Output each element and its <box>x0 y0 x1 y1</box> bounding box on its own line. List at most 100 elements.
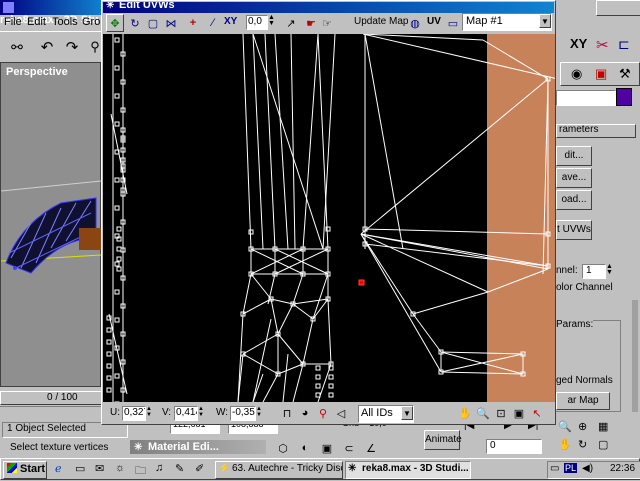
color-channel-radio[interactable]: olor Channel <box>556 282 613 293</box>
menu-file[interactable]: File <box>4 16 22 28</box>
rollout-parameters[interactable]: rameters <box>556 124 636 138</box>
w-field[interactable]: -0,35 <box>230 406 256 421</box>
reset-uvws-button[interactable]: t UVWs <box>556 220 592 240</box>
display-tab-icon[interactable]: ▣ <box>595 66 607 82</box>
start-button[interactable]: Start <box>3 461 47 479</box>
filter-icon[interactable]: ◁ <box>332 404 350 422</box>
rotate-icon[interactable]: ↻ <box>126 14 144 32</box>
magnet-icon[interactable]: ⊂ <box>340 439 358 457</box>
save-button[interactable]: ave... <box>556 168 592 188</box>
task-3dsmax[interactable]: ✳ reka8.max - 3D Studi... <box>345 461 471 479</box>
notepad-icon[interactable]: ✎ <box>175 462 184 475</box>
uvw-spinner-field[interactable]: 0,0 <box>246 15 268 30</box>
ie-icon[interactable]: ℯ <box>55 462 62 475</box>
detach-icon[interactable]: ☞ <box>318 14 336 32</box>
redo-icon[interactable]: ↷ <box>63 38 81 56</box>
texture-map-icon[interactable]: ◍ <box>406 14 424 32</box>
uvw-titlebar[interactable]: ✳ Edit UVWs <box>103 2 554 13</box>
add-vertex-icon[interactable]: + <box>184 14 202 32</box>
v-spinner-arrows[interactable]: ▲ ▼ <box>198 406 204 418</box>
task-winamp[interactable]: ⚡ 63. Autechre - Tricky Disc... <box>215 461 343 479</box>
maximize-viewport-icon[interactable]: ▢ <box>598 438 608 451</box>
menu-tools[interactable]: Tools <box>52 16 78 28</box>
weld-icon[interactable]: ↗ <box>282 14 300 32</box>
zoom-region-icon[interactable]: ⬡ <box>274 439 292 457</box>
start-label: Start <box>20 463 46 475</box>
pan-icon[interactable]: ✋ <box>558 438 572 451</box>
zoom-icon[interactable]: 🔍 <box>558 420 572 433</box>
map-select-value: Map #1 <box>466 15 503 27</box>
time-slider[interactable]: 0 / 100 <box>0 391 102 405</box>
channel-spinner-arrows[interactable]: ▲ ▼ <box>606 263 613 276</box>
planar-map-button[interactable]: ar Map <box>556 392 610 410</box>
chevron-down-icon[interactable]: ▼ <box>539 14 551 28</box>
zoom-selected-uv-icon[interactable]: ↖ <box>528 404 546 422</box>
motion-tab-icon[interactable]: ◉ <box>571 66 582 82</box>
panel-scrollbar[interactable] <box>632 300 638 412</box>
scale-icon[interactable]: ▢ <box>144 14 162 32</box>
uvw-toolbar: ✥ ↻ ▢ ⋈ + ∕ XY 0,0 ▲ ▼ ↗ ☛ ☞ Update Map ◍… <box>104 13 554 33</box>
volume-icon[interactable]: ◀) <box>582 463 593 474</box>
color-swatch[interactable] <box>616 88 632 106</box>
map-select[interactable]: Map #1 ▼ <box>462 13 552 31</box>
viewport-mesh <box>1 180 101 274</box>
align-icon[interactable]: ⊏ <box>618 36 630 53</box>
uv-canvas[interactable] <box>103 34 555 402</box>
undo-icon[interactable]: ↶ <box>38 38 56 56</box>
show-map-icon[interactable]: ▭ <box>444 14 462 32</box>
edit-button[interactable]: dit... <box>556 146 592 166</box>
uvw-spinner-arrows[interactable]: ▲ ▼ <box>268 14 275 27</box>
save-label: ave... <box>561 172 587 183</box>
monitor-tray-icon[interactable]: ▭ <box>550 463 559 474</box>
move-icon[interactable]: ✥ <box>106 14 124 32</box>
menu-edit[interactable]: Edit <box>27 16 46 28</box>
paint-icon[interactable]: ✐ <box>195 462 204 475</box>
uv-button[interactable]: UV <box>427 16 441 27</box>
modifier-dropdown[interactable] <box>556 90 616 106</box>
v-field[interactable]: 0,414 <box>174 406 198 421</box>
ids-chevron-down-icon[interactable]: ▼ <box>401 406 413 420</box>
w-spinner-arrows[interactable]: ▲ ▼ <box>256 406 262 418</box>
mirror-icon[interactable]: ✂ <box>596 36 609 54</box>
frame-field[interactable]: 0 <box>486 439 542 454</box>
windows-logo-icon <box>7 463 17 473</box>
channel-spinner[interactable]: 1 <box>582 264 606 279</box>
menu-group[interactable]: Gro <box>82 16 100 28</box>
angle-snap-icon[interactable]: ∠ <box>362 439 380 457</box>
outlook-icon[interactable]: ✉ <box>95 462 104 475</box>
material-editor-titlebar[interactable]: ✳ Material Edi... <box>130 440 266 454</box>
load-button[interactable]: oad... <box>556 190 592 210</box>
channels-icon[interactable]: ☼ <box>115 462 125 474</box>
uv-vertex <box>315 383 321 389</box>
box-icon[interactable]: ▣ <box>318 439 336 457</box>
select-link-icon[interactable]: ⚯ <box>8 38 26 56</box>
utilities-tab-icon[interactable]: ⚒ <box>619 66 631 82</box>
axis-xy-button[interactable]: XY <box>570 36 596 56</box>
u-field[interactable]: 0,327 <box>122 406 146 421</box>
animate-button[interactable]: Animate <box>424 430 462 450</box>
xy-axis-button[interactable]: XY <box>224 16 237 27</box>
ids-select[interactable]: All IDs ▼ <box>358 405 414 423</box>
explorer-icon[interactable]: 🗀 <box>135 462 146 481</box>
pen-icon[interactable]: ∕ <box>204 14 222 32</box>
desktop-icon[interactable]: ▭ <box>75 462 85 475</box>
update-map-button[interactable]: Update Map <box>354 16 408 27</box>
zoom-all-icon[interactable]: ⊕ <box>578 420 587 433</box>
language-indicator[interactable]: PL <box>564 463 578 473</box>
zoom-uv-icon[interactable]: 🔍 <box>474 404 492 422</box>
zoom-extents-uv-icon[interactable]: ▣ <box>510 404 528 422</box>
hide-icon[interactable]: ◕ <box>296 404 314 422</box>
orbit-icon[interactable]: ↻ <box>578 438 587 451</box>
u-spinner-arrows[interactable]: ▲ ▼ <box>146 406 152 418</box>
perspective-viewport[interactable]: Perspective <box>0 62 101 387</box>
zoom-region-uv-icon[interactable]: ⊡ <box>492 404 510 422</box>
lock-selection-icon[interactable]: ⊓ <box>278 404 296 422</box>
render-icon[interactable]: ◐ <box>296 439 314 457</box>
zoom-extents-icon[interactable]: ▦ <box>598 420 608 433</box>
media-icon[interactable]: ♫ <box>155 462 163 474</box>
freeze-icon[interactable]: ⚲ <box>314 404 332 422</box>
window-controls <box>596 0 640 16</box>
mirror-uv-icon[interactable]: ⋈ <box>162 14 180 32</box>
pan-uv-icon[interactable]: ✋ <box>456 404 474 422</box>
uv-vertex <box>114 373 120 379</box>
